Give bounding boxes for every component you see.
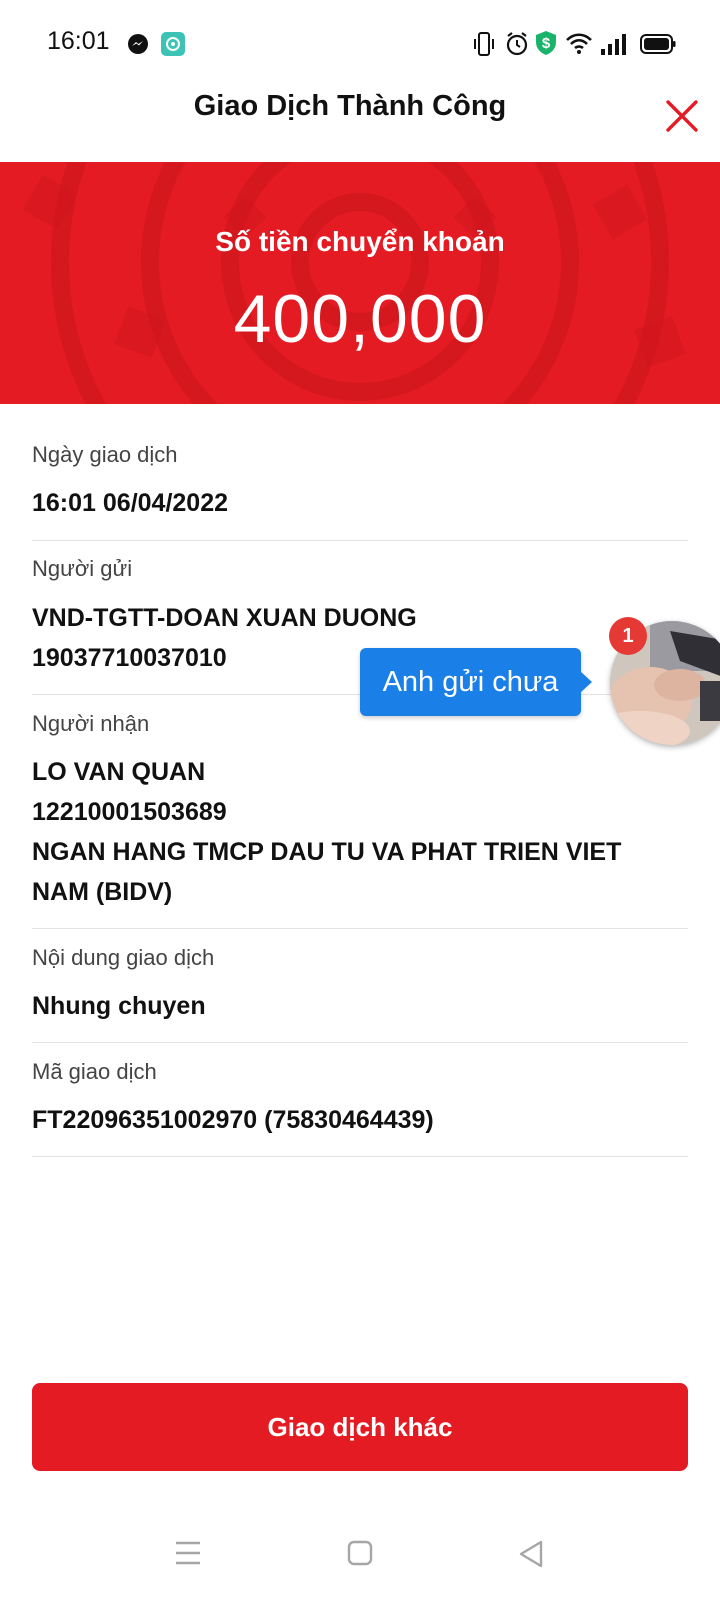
- amount-value: 400,000: [233, 281, 487, 357]
- menu-icon[interactable]: [174, 1540, 202, 1566]
- detail-value: 16:01 06/04/2022: [32, 489, 229, 517]
- page-title: Giao Dịch Thành Công: [193, 90, 507, 122]
- detail-value: 12210001503689: [32, 798, 227, 826]
- close-icon[interactable]: [664, 98, 700, 134]
- svg-text:$: $: [542, 35, 551, 52]
- chat-bubble-tail: [580, 671, 592, 693]
- detail-value: Nhung chuyen: [32, 992, 206, 1020]
- divider: [32, 540, 688, 541]
- detail-value: FT22096351002970 (75830464439): [32, 1106, 434, 1134]
- detail-value: NGAN HANG TMCP DAU TU VA PHAT TRIEN VIET…: [32, 838, 622, 906]
- detail-value: VND-TGTT-DOAN XUAN DUONG: [32, 604, 417, 632]
- other-transaction-button[interactable]: Giao dịch khác: [32, 1383, 688, 1471]
- detail-label: Mã giao dịch: [32, 1059, 157, 1084]
- shield-dollar-icon: $: [536, 31, 556, 55]
- divider: [32, 1042, 688, 1043]
- battery-icon: [640, 34, 676, 54]
- detail-label: Ngày giao dịch: [32, 442, 178, 467]
- detail-value: LO VAN QUAN: [32, 758, 206, 786]
- home-icon[interactable]: [347, 1540, 373, 1566]
- notification-badge: 1: [609, 617, 647, 655]
- back-icon[interactable]: [518, 1540, 544, 1568]
- status-time: 16:01: [47, 27, 110, 55]
- status-bar: 16:01 $: [0, 0, 720, 88]
- divider: [32, 928, 688, 929]
- transaction-success-screen: 16:01 $ Giao Dịch Thành Công Số tiền chu…: [0, 0, 720, 1600]
- alarm-icon: [506, 32, 528, 56]
- chat-app-icon: [161, 32, 185, 56]
- signal-icon: [601, 34, 626, 55]
- messenger-icon: [128, 34, 148, 54]
- detail-label: Người gửi: [32, 556, 133, 581]
- divider: [32, 1156, 688, 1157]
- vibrate-icon: [474, 32, 494, 56]
- wifi-icon: [566, 33, 592, 54]
- chat-message-bubble[interactable]: Anh gửi chưa: [360, 648, 581, 716]
- detail-label: Nội dung giao dịch: [32, 945, 215, 970]
- amount-label: Số tiền chuyển khoản: [215, 226, 505, 257]
- detail-label: Người nhận: [32, 711, 150, 736]
